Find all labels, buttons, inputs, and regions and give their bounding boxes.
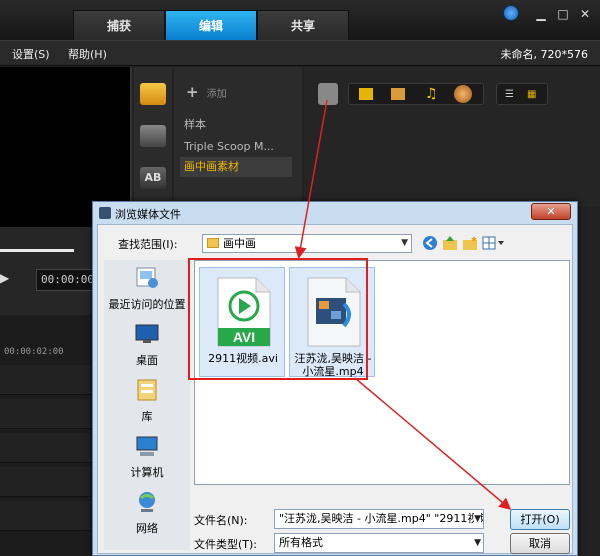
- add-folder-button[interactable]: + 添加: [186, 83, 227, 101]
- recent-places-icon: [136, 267, 158, 288]
- media-library-icon[interactable]: [140, 83, 166, 105]
- place-recent[interactable]: 最近访问的位置: [104, 266, 190, 312]
- places-bar: 最近访问的位置 桌面 库 计算机 网络: [104, 260, 190, 550]
- timeline-track[interactable]: [0, 365, 95, 395]
- menu-help[interactable]: 帮助(H): [68, 46, 107, 62]
- timeline-track[interactable]: [0, 501, 95, 531]
- view-toggle-toolbar: ☰ ▦: [496, 83, 548, 105]
- maximize-button[interactable]: □: [554, 6, 572, 22]
- dialog-body: 查找范围(I): 画中画 ▼ 最近访问的位置 桌面 库 计算机 网络 AVI 2…: [97, 224, 573, 554]
- menu-bar: 设置(S) 帮助(H) 未命名, 720*576: [0, 40, 600, 66]
- add-label: 添加: [206, 89, 227, 100]
- media-panel: ♫ ☰ ▦: [304, 67, 600, 207]
- place-network[interactable]: 网络: [104, 490, 190, 536]
- libraries-icon: [137, 379, 157, 401]
- timeline-panel: 00:00:02:00: [0, 315, 95, 556]
- browse-media-dialog: 浏览媒体文件 ✕ 查找范围(I): 画中画 ▼ 最近访问的位置 桌面 库 计算机…: [92, 201, 578, 556]
- dialog-app-icon: [99, 207, 111, 219]
- network-icon: [139, 492, 155, 512]
- up-folder-icon[interactable]: [442, 235, 458, 251]
- menu-settings[interactable]: 设置(S): [12, 46, 50, 62]
- video-filter-icon[interactable]: [359, 88, 373, 100]
- file-name-input[interactable]: "汪苏泷,吴映洁 - 小流星.mp4" "2911视频 ▼: [274, 509, 484, 529]
- place-computer[interactable]: 计算机: [104, 434, 190, 480]
- timeline-track[interactable]: [0, 433, 95, 463]
- photo-filter-icon[interactable]: [391, 88, 405, 100]
- open-button[interactable]: 打开(O): [510, 509, 570, 530]
- help-globe-icon[interactable]: [503, 5, 519, 21]
- video-editor-window: 捕获 编辑 共享 ▁ □ ✕ 设置(S) 帮助(H) 未命名, 720*576 …: [0, 0, 600, 556]
- tab-capture[interactable]: 捕获: [73, 10, 165, 40]
- timecode-value: 00:00: [60, 273, 94, 286]
- file-item-avi[interactable]: AVI 2911视频.avi: [199, 267, 285, 377]
- place-computer-label: 计算机: [130, 466, 164, 479]
- file-type-dropdown[interactable]: 所有格式 ▼: [274, 533, 484, 553]
- folder-icon: [207, 238, 219, 248]
- audio-filter-icon[interactable]: ♫: [425, 86, 438, 102]
- computer-icon: [136, 436, 158, 456]
- timeline-track[interactable]: [0, 467, 95, 497]
- file-name-mp4: 汪苏泷,吴映洁 - 小流星.mp4: [294, 352, 372, 378]
- project-info: 未命名, 720*576: [500, 48, 588, 61]
- avi-file-icon: AVI: [217, 277, 271, 347]
- look-in-dropdown[interactable]: 画中画 ▼: [202, 234, 412, 253]
- place-desktop-label: 桌面: [136, 354, 158, 367]
- tab-edit[interactable]: 编辑: [165, 10, 257, 40]
- desktop-icon: [135, 324, 159, 343]
- view-menu-icon[interactable]: [482, 235, 506, 251]
- place-network-label: 网络: [136, 522, 158, 535]
- minimize-button[interactable]: ▁: [532, 6, 550, 22]
- browse-folder-icon[interactable]: [318, 83, 338, 105]
- look-in-value: 画中画: [223, 237, 256, 250]
- file-list-area: AVI 2911视频.avi 汪苏泷,吴映洁 - 小流星.mp4: [194, 260, 570, 485]
- folder-item-triple-scoop[interactable]: Triple Scoop M...: [180, 137, 292, 157]
- back-icon[interactable]: [422, 235, 438, 251]
- file-name-avi: 2911视频.avi: [208, 352, 278, 365]
- dialog-close-button[interactable]: ✕: [531, 203, 571, 220]
- dialog-title: 浏览媒体文件: [115, 208, 181, 221]
- place-recent-label: 最近访问的位置: [108, 298, 186, 311]
- file-item-mp4[interactable]: 汪苏泷,吴映洁 - 小流星.mp4: [289, 267, 375, 378]
- timeline-ruler-time: 00:00:02:00: [4, 347, 64, 357]
- tab-share[interactable]: 共享: [257, 10, 349, 40]
- file-name-label: 文件名(N):: [194, 514, 248, 527]
- top-bar: 捕获 编辑 共享 ▁ □ ✕: [0, 0, 600, 40]
- title-icon[interactable]: AB: [140, 167, 166, 189]
- chevron-down-icon[interactable]: ▼: [474, 510, 481, 528]
- close-button[interactable]: ✕: [576, 6, 594, 22]
- new-folder-icon[interactable]: [462, 235, 478, 251]
- avi-badge: AVI: [233, 329, 255, 345]
- chevron-down-icon: ▼: [474, 538, 481, 548]
- thumbnail-view-icon[interactable]: ▦: [527, 89, 536, 100]
- file-type-value: 所有格式: [279, 536, 323, 549]
- folder-item-samples[interactable]: 样本: [180, 115, 292, 135]
- library-folder-panel: + 添加 样本 Triple Scoop M... 画中画素材: [174, 67, 302, 207]
- folder-item-pip-material[interactable]: 画中画素材: [180, 157, 292, 177]
- effect-filter-icon[interactable]: [454, 85, 472, 103]
- place-desktop[interactable]: 桌面: [104, 322, 190, 368]
- file-name-value: "汪苏泷,吴映洁 - 小流星.mp4" "2911视频: [279, 512, 484, 525]
- look-in-label: 查找范围(I):: [118, 238, 178, 251]
- scrub-bar[interactable]: [0, 249, 74, 252]
- list-view-icon[interactable]: ☰: [505, 89, 514, 100]
- transition-icon[interactable]: [140, 125, 166, 147]
- cancel-button[interactable]: 取消: [510, 533, 570, 554]
- play-icon[interactable]: ▶: [0, 271, 9, 285]
- chevron-down-icon: ▼: [401, 238, 408, 248]
- file-type-label: 文件类型(T):: [194, 538, 258, 551]
- place-libraries-label: 库: [141, 410, 153, 423]
- place-libraries[interactable]: 库: [104, 378, 190, 424]
- timeline-track[interactable]: [0, 399, 95, 429]
- plus-icon: +: [186, 83, 199, 101]
- mp4-media-file-icon: [307, 277, 361, 347]
